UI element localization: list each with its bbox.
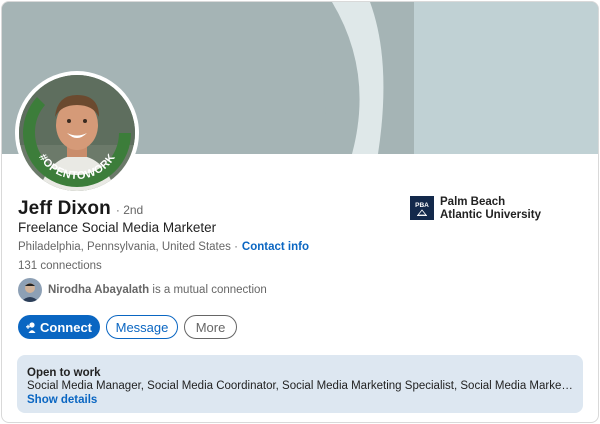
show-details-link[interactable]: Show details [27,393,573,407]
school-logo-icon: PBA [410,196,434,220]
mutual-connection-text: Nirodha Abayalath is a mutual connection [48,284,267,296]
open-to-work-title: Open to work [27,367,101,379]
mutual-suffix: is a mutual connection [152,284,267,296]
connect-label: Connect [40,319,92,335]
name-row: Jeff Dixon · 2nd [18,198,143,220]
open-to-work-roles: Social Media Manager, Social Media Coord… [27,380,575,392]
svg-text:PBA: PBA [415,202,429,209]
location-row: Philadelphia, Pennsylvania, United State… [18,241,309,253]
contact-info-link[interactable]: Contact info [242,241,309,253]
profile-headline: Freelance Social Media Marketer [18,220,217,235]
message-button[interactable]: Message [106,315,178,339]
mutual-name: Nirodha Abayalath [48,284,150,296]
more-button[interactable]: More [184,315,237,339]
open-to-work-card: Open to work Social Media Manager, Socia… [17,355,583,413]
mutual-connection[interactable]: Nirodha Abayalath is a mutual connection [18,278,267,302]
add-person-icon [26,321,36,333]
profile-actions: Connect Message More [18,315,237,339]
profile-name: Jeff Dixon [18,198,111,219]
connections-count: 131 connections [18,260,102,272]
profile-card: #OPENTOWORK Jeff Dixon · 2nd Freelance S… [1,1,599,423]
profile-location: Philadelphia, Pennsylvania, United State… [18,241,238,253]
avatar: #OPENTOWORK [19,75,135,191]
mutual-avatar [18,278,42,302]
school-name: Palm Beach Atlantic University [440,196,541,221]
profile-photo[interactable]: #OPENTOWORK [15,71,139,195]
connection-degree: · 2nd [115,203,144,217]
education-entry[interactable]: PBA Palm Beach Atlantic University [410,196,550,222]
connect-button[interactable]: Connect [18,315,100,339]
